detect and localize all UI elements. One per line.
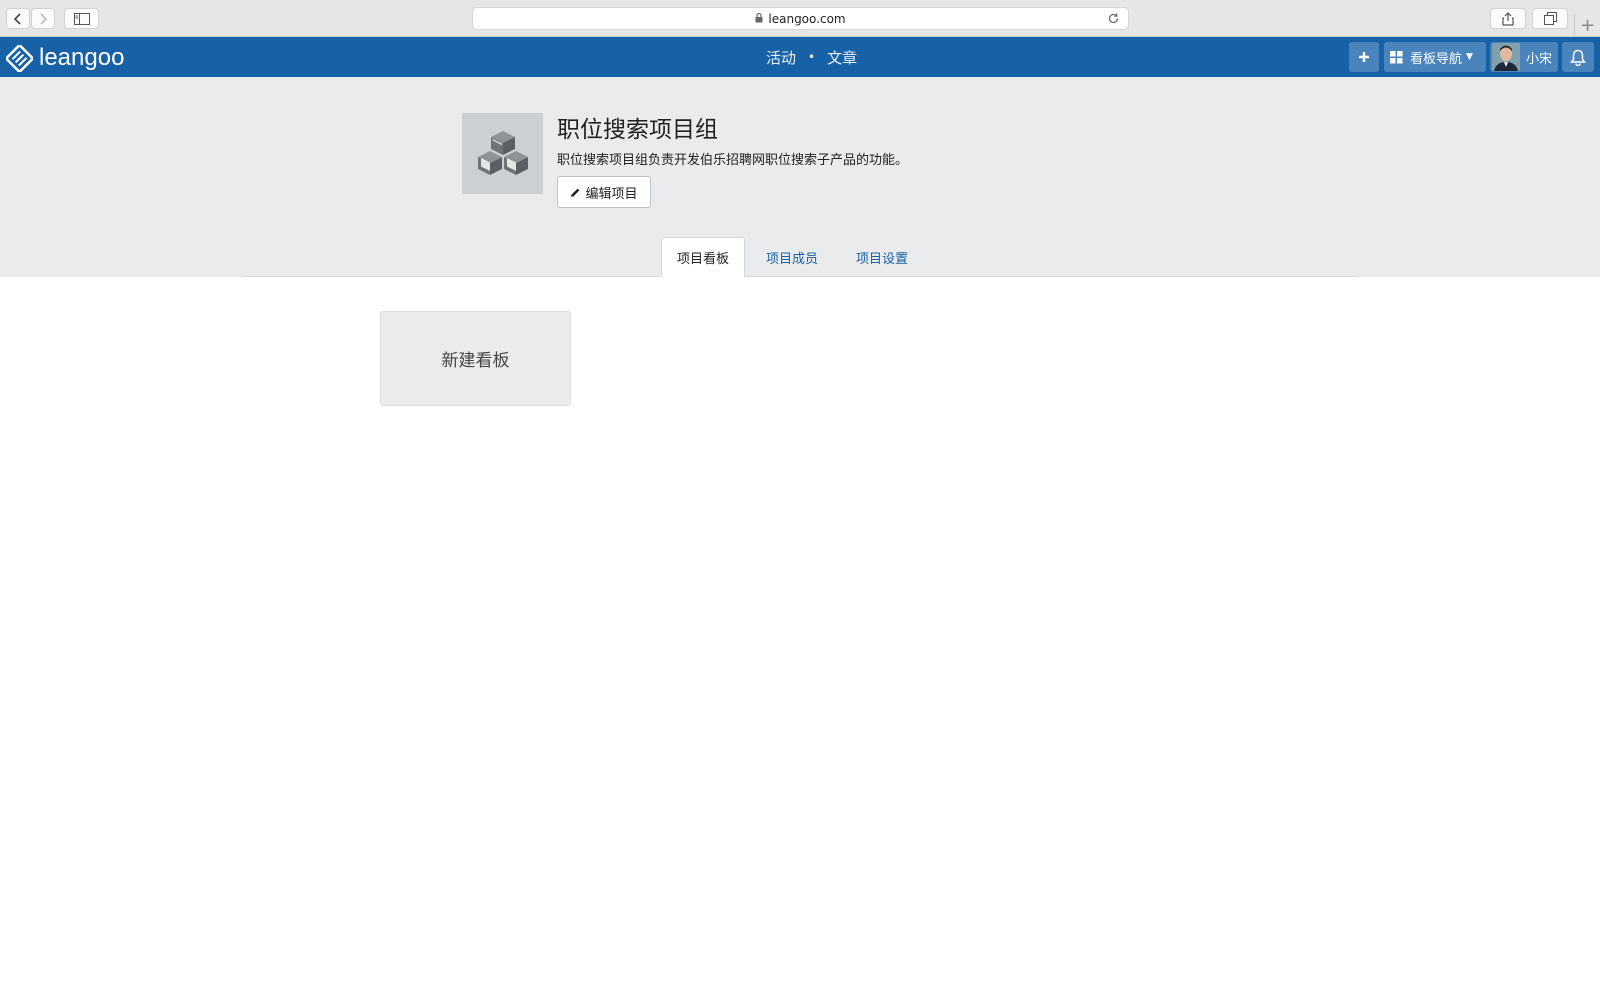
lock-icon — [755, 12, 763, 26]
add-button[interactable] — [1349, 42, 1379, 72]
user-name: 小宋 — [1526, 51, 1553, 67]
project-title: 职位搜索项目组 — [557, 117, 718, 143]
new-board-label: 新建看板 — [441, 351, 510, 371]
edit-project-label: 编辑项目 — [585, 186, 638, 202]
nav-separator: • — [808, 50, 816, 64]
browser-toolbar: leangoo.com + — [0, 0, 1600, 37]
edit-project-button[interactable]: 编辑项目 — [557, 176, 651, 208]
board-nav-label: 看板导航 — [1410, 51, 1463, 67]
project-description: 职位搜索项目组负责开发伯乐招聘网职位搜索子产品的功能。 — [557, 153, 909, 168]
main-nav: 活动 • 文章 — [766, 37, 857, 77]
nav-activity[interactable]: 活动 — [766, 47, 796, 68]
back-button[interactable] — [6, 8, 30, 29]
logo[interactable]: leangoo — [6, 44, 124, 72]
chevron-left-icon — [13, 12, 21, 25]
avatar — [1492, 43, 1520, 71]
caret-down-icon: ▼ — [1466, 52, 1473, 62]
pencil-icon — [571, 188, 580, 197]
project-header: 职位搜索项目组 职位搜索项目组负责开发伯乐招聘网职位搜索子产品的功能。 编辑项目… — [0, 77, 1600, 277]
address-bar[interactable]: leangoo.com — [472, 7, 1129, 30]
plus-icon — [1359, 52, 1369, 62]
tabs-overview-button[interactable] — [1532, 8, 1568, 29]
sidebar-icon — [73, 12, 90, 25]
tabs-overview-icon — [1543, 12, 1557, 25]
share-icon — [1502, 11, 1514, 26]
sidebar-button[interactable] — [64, 8, 99, 29]
tab-label: 项目设置 — [855, 251, 908, 267]
tab-project-members[interactable]: 项目成员 — [753, 237, 831, 277]
forward-button[interactable] — [31, 8, 55, 29]
url-text: leangoo.com — [768, 11, 846, 26]
board-nav-dropdown[interactable]: 看板导航 ▼ — [1384, 42, 1486, 72]
notifications-button[interactable] — [1562, 42, 1594, 72]
nav-articles[interactable]: 文章 — [827, 47, 857, 68]
project-thumbnail — [462, 113, 543, 194]
new-tab-button[interactable]: + — [1574, 14, 1600, 37]
bell-icon — [1570, 49, 1586, 66]
tab-project-boards[interactable]: 项目看板 — [661, 237, 745, 277]
share-button[interactable] — [1490, 8, 1526, 29]
user-menu[interactable]: 小宋 — [1490, 42, 1558, 72]
logo-text: leangoo — [39, 44, 125, 71]
tab-label: 项目看板 — [676, 251, 729, 267]
chevron-right-icon — [40, 12, 48, 25]
grid-icon — [1390, 50, 1403, 63]
cubes-icon — [477, 130, 528, 175]
leangoo-logo-icon — [6, 44, 33, 72]
tab-label: 项目成员 — [765, 251, 818, 267]
new-board-card[interactable]: 新建看板 — [380, 311, 571, 406]
tab-project-settings[interactable]: 项目设置 — [843, 237, 921, 277]
app-header: leangoo 活动 • 文章 看板导航 ▼ 小宋 — [0, 37, 1600, 77]
plus-icon: + — [1579, 15, 1596, 36]
reload-icon[interactable] — [1107, 12, 1120, 28]
